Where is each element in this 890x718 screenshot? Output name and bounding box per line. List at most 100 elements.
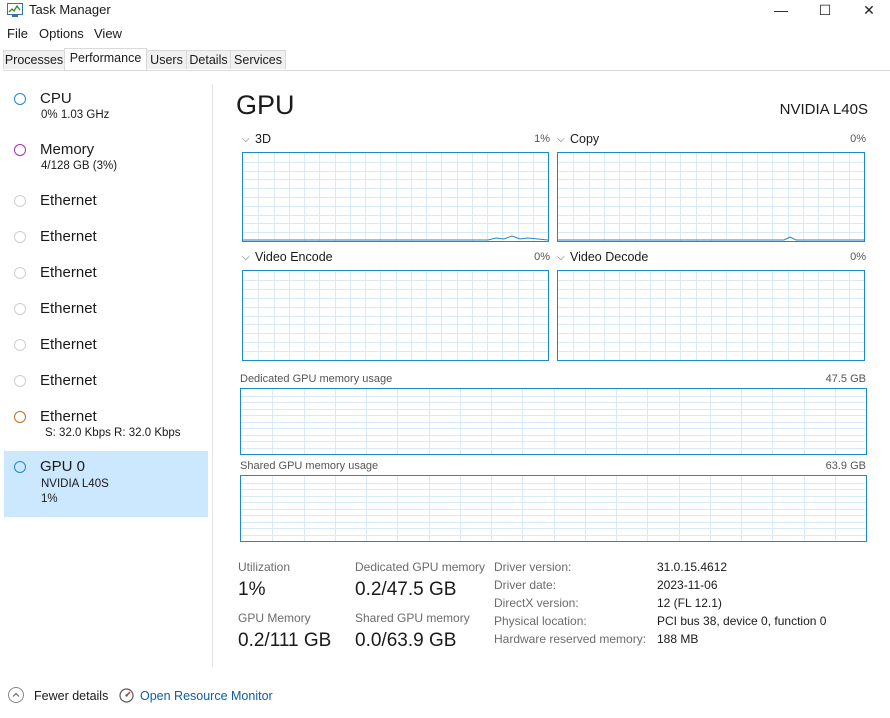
shared-gpu-memory-label: Shared GPU memory xyxy=(355,611,470,625)
sidebar-item-label: GPU 0 xyxy=(40,458,86,475)
graph-3d xyxy=(242,152,549,242)
ethernet-indicator-icon xyxy=(14,339,26,351)
task-manager-icon xyxy=(7,3,23,17)
tab-processes[interactable]: Processes xyxy=(3,50,65,69)
driver-version-value: 31.0.15.4612 xyxy=(657,560,728,574)
sidebar-item-ethernet[interactable]: Ethernet xyxy=(4,190,208,216)
shared-memory-label: Shared GPU memory usage xyxy=(240,460,379,472)
sidebar-item-sub: S: 32.0 Kbps R: 32.0 Kbps xyxy=(45,427,181,439)
memory-indicator-icon xyxy=(14,144,26,156)
chevron-down-icon[interactable]: ⌵ xyxy=(242,134,250,145)
graph-video-decode xyxy=(557,270,865,361)
graph-grid xyxy=(558,153,864,241)
utilization-value: 1% xyxy=(238,579,266,600)
window-title: Task Manager xyxy=(29,2,111,17)
sidebar-item-label: Ethernet xyxy=(40,192,97,209)
driver-version-label: Driver version: xyxy=(494,560,572,574)
fewer-details-link[interactable]: Fewer details xyxy=(34,689,108,703)
engine-copy-percent: 0% xyxy=(850,133,866,145)
engine-selector-copy[interactable]: Copy xyxy=(570,132,599,146)
tab-bar: Processes Performance Users Details Serv… xyxy=(3,48,890,71)
sidebar-item-cpu[interactable]: CPU 0% 1.03 GHz xyxy=(4,88,208,130)
open-resource-monitor-link[interactable]: Open Resource Monitor xyxy=(140,689,273,703)
sidebar-item-label: Ethernet xyxy=(40,228,97,245)
ethernet-indicator-icon xyxy=(14,231,26,243)
tab-performance[interactable]: Performance xyxy=(64,48,147,70)
utilization-label: Utilization xyxy=(238,560,291,574)
menu-options[interactable]: Options xyxy=(39,26,84,41)
sidebar-item-sub-usage: 1% xyxy=(41,493,58,505)
directx-version-label: DirectX version: xyxy=(494,596,579,610)
tab-users[interactable]: Users xyxy=(146,50,187,69)
sidebar-item-memory[interactable]: Memory 4/128 GB (3%) xyxy=(4,139,208,181)
dedicated-memory-max: 47.5 GB xyxy=(825,373,866,385)
physical-location-value: PCI bus 38, device 0, function 0 xyxy=(657,614,827,628)
chevron-down-icon[interactable]: ⌵ xyxy=(242,252,250,263)
title-bar: Task Manager — ☐ ✕ xyxy=(0,0,890,22)
sidebar-item-ethernet[interactable]: Ethernet xyxy=(4,226,208,252)
chevron-down-icon[interactable]: ⌵ xyxy=(557,134,565,145)
sidebar-item-label: Ethernet xyxy=(40,264,97,281)
sidebar-item-label: Ethernet xyxy=(40,372,97,389)
engine-3d-percent: 1% xyxy=(534,133,550,145)
tab-services[interactable]: Services xyxy=(230,50,286,69)
physical-location-label: Physical location: xyxy=(494,614,587,628)
page-title: GPU xyxy=(236,90,295,120)
sidebar-item-sub: 0% 1.03 GHz xyxy=(41,109,110,121)
driver-date-label: Driver date: xyxy=(494,578,557,592)
graph-grid xyxy=(243,271,548,360)
resource-monitor-icon xyxy=(119,688,134,703)
maximize-button[interactable]: ☐ xyxy=(803,0,847,22)
cpu-indicator-icon xyxy=(14,93,26,105)
engine-selector-video-decode[interactable]: Video Decode xyxy=(570,250,648,264)
ethernet-indicator-icon xyxy=(14,267,26,279)
chevron-down-icon[interactable]: ⌵ xyxy=(557,252,565,263)
dedicated-gpu-memory-label: Dedicated GPU memory xyxy=(355,560,486,574)
gpu-indicator-icon xyxy=(14,461,26,473)
chevron-up-icon[interactable] xyxy=(8,687,24,703)
minimize-button[interactable]: — xyxy=(759,0,803,22)
menu-view[interactable]: View xyxy=(94,26,122,41)
sidebar-item-ethernet[interactable]: Ethernet xyxy=(4,370,208,396)
sidebar-item-ethernet[interactable]: Ethernet S: 32.0 Kbps R: 32.0 Kbps xyxy=(4,406,208,448)
gpu-memory-value: 0.2/111 GB xyxy=(238,630,332,651)
hardware-reserved-memory-value: 188 MB xyxy=(657,632,699,646)
dedicated-memory-label: Dedicated GPU memory usage xyxy=(240,373,393,385)
ethernet-indicator-icon xyxy=(14,195,26,207)
ethernet-indicator-icon xyxy=(14,375,26,387)
sidebar-item-label: Ethernet xyxy=(40,408,97,425)
sidebar-item-label: Memory xyxy=(40,141,95,158)
shared-gpu-memory-value: 0.0/63.9 GB xyxy=(355,630,457,651)
tab-details[interactable]: Details xyxy=(186,50,231,69)
sidebar-item-sub: 4/128 GB (3%) xyxy=(41,160,118,172)
sidebar-item-ethernet[interactable]: Ethernet xyxy=(4,298,208,324)
sidebar-item-gpu-0[interactable]: GPU 0 NVIDIA L40S 1% xyxy=(4,451,208,517)
engine-selector-3d[interactable]: 3D xyxy=(255,132,271,146)
performance-sidebar: CPU 0% 1.03 GHz Memory 4/128 GB (3%) Eth… xyxy=(0,84,213,667)
graph-shared-memory xyxy=(240,475,867,542)
gpu-memory-label: GPU Memory xyxy=(238,611,311,625)
graph-copy xyxy=(557,152,865,242)
sidebar-item-sub: NVIDIA L40S xyxy=(41,478,109,490)
gpu-model-name: NVIDIA L40S xyxy=(779,101,868,118)
graph-dedicated-memory xyxy=(240,388,867,455)
graph-grid xyxy=(241,476,866,541)
dedicated-gpu-memory-value: 0.2/47.5 GB xyxy=(355,579,457,600)
hardware-reserved-memory-label: Hardware reserved memory: xyxy=(494,632,647,646)
close-button[interactable]: ✕ xyxy=(847,0,890,22)
graph-grid xyxy=(241,389,866,454)
engine-selector-video-encode[interactable]: Video Encode xyxy=(255,250,333,264)
graph-grid xyxy=(558,271,864,360)
sidebar-item-label: Ethernet xyxy=(40,300,97,317)
ethernet-indicator-icon xyxy=(14,411,26,423)
sidebar-item-ethernet[interactable]: Ethernet xyxy=(4,334,208,360)
graph-video-encode xyxy=(242,270,549,361)
sidebar-item-ethernet[interactable]: Ethernet xyxy=(4,262,208,288)
graph-grid xyxy=(243,153,548,241)
engine-video-encode-percent: 0% xyxy=(534,251,550,263)
sidebar-item-label: CPU xyxy=(40,90,72,107)
directx-version-value: 12 (FL 12.1) xyxy=(657,596,722,610)
sidebar-item-label: Ethernet xyxy=(40,336,97,353)
menu-file[interactable]: File xyxy=(7,26,28,41)
driver-date-value: 2023-11-06 xyxy=(657,578,718,592)
